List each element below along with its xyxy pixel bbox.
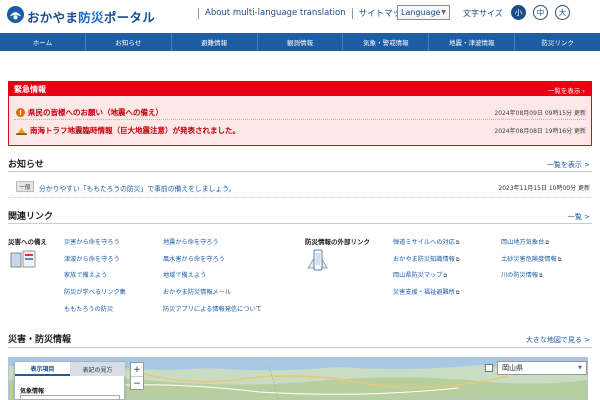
nav-earthquake-tsunami[interactable]: 地震・津波情報: [429, 33, 516, 51]
link-storm-flood[interactable]: 風水害から命を守ろう: [163, 254, 225, 263]
link-knowledge[interactable]: おかやま防災知識情報⧉: [393, 254, 459, 263]
site-title[interactable]: おかやま防災ポータル: [27, 7, 155, 26]
emergency-title: 緊急情報: [14, 85, 46, 94]
divider: [8, 197, 592, 198]
link-missile-text[interactable]: 弾道ミサイルへの対応: [393, 239, 455, 246]
external-link-icon: ⧉: [539, 273, 543, 279]
multilang-link[interactable]: About multi-language translation: [205, 8, 346, 18]
emergency-item-text[interactable]: 県民の皆様へのお願い（地震への備え）: [28, 107, 163, 118]
emergency-item[interactable]: 南海トラフ地震臨時情報（巨大地震注意）が発表されました。: [16, 125, 240, 136]
logo-icon[interactable]: [6, 5, 25, 24]
notice-tag: 一般: [16, 181, 34, 192]
external-link-icon: ⧉: [443, 273, 448, 279]
emergency-box: 緊急情報 一覧を表示 › ! 県民の皆様へのお願い（地震への備え） 2024年0…: [8, 81, 592, 146]
header-links: About multi-language translation サイトマップ: [192, 7, 423, 19]
divider: [8, 223, 592, 224]
nav-evacuation[interactable]: 避難情報: [172, 33, 258, 51]
preparedness-label: 災害への備え: [8, 238, 47, 246]
external-link-icon: ⧉: [455, 290, 460, 296]
font-medium-button[interactable]: 中: [533, 5, 548, 20]
zoom-in-button[interactable]: +: [131, 363, 143, 377]
external-link-icon: ⧉: [545, 240, 549, 246]
nav-weather-warnings[interactable]: 気象・警戒情報: [343, 33, 430, 51]
notice-text[interactable]: 分かりやすい「ももたろうの防災」で事前の備えをしましょう。: [39, 183, 235, 193]
link-tsunami[interactable]: 津波から命を守ろう: [64, 254, 120, 263]
emergency-header: 緊急情報 一覧を表示 ›: [9, 82, 591, 96]
weather-info-label: 気象情報: [20, 388, 45, 395]
nav-notices[interactable]: お知らせ: [86, 33, 172, 51]
related-links-title: 関連リンク: [8, 212, 54, 222]
language-select-value: Language: [401, 8, 441, 17]
external-link-icon: ⧉: [455, 240, 460, 246]
link-welfare-text[interactable]: 災害支援・福祉避難所: [393, 289, 455, 296]
brand-highlight: 防災: [78, 10, 104, 25]
link-learning[interactable]: 防災が学べるリンク集: [64, 287, 126, 296]
prefecture-select[interactable]: 岡山県 ▼: [497, 361, 587, 375]
link-landslide-text[interactable]: 土砂災害危険度情報: [501, 256, 557, 263]
nav-observation[interactable]: 観測情報: [258, 33, 344, 51]
language-select[interactable]: Language ▼: [397, 5, 450, 20]
map-zoom-control: + −: [130, 362, 144, 390]
divider: [198, 7, 199, 19]
weather-info-select[interactable]: [20, 395, 120, 400]
link-welfare[interactable]: 災害支援・福祉避難所⧉: [393, 287, 459, 296]
chevron-down-icon: ▼: [578, 365, 582, 371]
emergency-item[interactable]: ! 県民の皆様へのお願い（地震への備え）: [16, 107, 163, 118]
brand-suffix: ポータル: [103, 10, 156, 25]
large-map-link[interactable]: 大きな地図で見る >: [526, 335, 590, 345]
divider: [351, 7, 353, 19]
link-landslide[interactable]: 土砂災害危険度情報⧉: [501, 254, 561, 263]
divider: [14, 119, 586, 120]
prefecture-checkbox[interactable]: [485, 364, 493, 372]
preparedness-image: [10, 250, 36, 268]
emergency-more-link[interactable]: 一覧を表示 ›: [548, 85, 585, 95]
earthquake-icon: [16, 127, 27, 135]
link-earthquake[interactable]: 地震から命を守ろう: [163, 237, 219, 246]
phone-image: [307, 249, 328, 271]
link-river[interactable]: 川の防災情報⧉: [501, 270, 543, 279]
link-met-office-text[interactable]: 岡山地方気象台: [501, 239, 544, 246]
disaster-info-title: 災害・防災情報: [8, 335, 72, 345]
related-links-more[interactable]: 一覧 >: [568, 212, 590, 222]
emergency-item-date: 2024年08月08日 19時16分 更新: [494, 128, 586, 135]
emergency-item-date: 2024年08月09日 09時15分 更新: [494, 110, 586, 117]
link-email[interactable]: おかやま防災情報メール: [163, 287, 231, 296]
font-size-label: 文字サイズ: [463, 9, 503, 18]
zoom-out-button[interactable]: −: [131, 377, 143, 391]
brand-prefix: おかやま: [27, 10, 79, 25]
font-small-button[interactable]: 小: [511, 5, 526, 20]
link-family[interactable]: 家族で備えよう: [64, 270, 107, 279]
external-link-icon: ⧉: [455, 257, 460, 263]
divider: [8, 171, 592, 172]
notices-more-link[interactable]: 一覧を表示 >: [547, 160, 590, 170]
nav-disaster-links[interactable]: 防災リンク: [515, 33, 600, 51]
divider: [8, 347, 592, 348]
link-met-office[interactable]: 岡山地方気象台⧉: [501, 237, 549, 246]
link-momotaro[interactable]: ももたろうの防災: [64, 304, 113, 313]
notice-date: 2023年11月15日 10時00分 更新: [498, 185, 590, 192]
external-link-icon: ⧉: [557, 257, 562, 263]
warning-icon: !: [16, 108, 25, 117]
tab-legend[interactable]: 表記の見方: [70, 362, 125, 376]
link-map-text[interactable]: 岡山県防災マップ: [393, 272, 443, 279]
link-river-text[interactable]: 川の防災情報: [501, 272, 538, 279]
site-header: おかやま防災ポータル About multi-language translat…: [0, 0, 600, 30]
prefecture-select-value: 岡山県: [502, 364, 523, 372]
emergency-item-text[interactable]: 南海トラフ地震臨時情報（巨大地震注意）が発表されました。: [30, 125, 240, 136]
link-knowledge-text[interactable]: おかやま防災知識情報: [393, 256, 455, 263]
link-map[interactable]: 岡山県防災マップ⧉: [393, 270, 447, 279]
link-missile[interactable]: 弾道ミサイルへの対応⧉: [393, 237, 459, 246]
font-large-button[interactable]: 大: [555, 5, 570, 20]
link-app[interactable]: 防災アプリによる情報発信について: [163, 304, 262, 313]
nav-home[interactable]: ホーム: [0, 33, 86, 51]
main-nav: ホーム お知らせ 避難情報 観測情報 気象・警戒情報 地震・津波情報 防災リンク: [0, 33, 600, 51]
external-links-label: 防災情報の外部リンク: [305, 238, 370, 246]
tab-display-items[interactable]: 表示項目: [15, 362, 70, 376]
link-community[interactable]: 地域で備えよう: [163, 270, 206, 279]
link-protect-from-disaster[interactable]: 災害から命を守ろう: [64, 237, 120, 246]
map-layer-panel: 表示項目 表記の見方 気象情報: [14, 361, 125, 400]
notices-title: お知らせ: [8, 160, 44, 170]
chevron-down-icon: ▼: [441, 9, 446, 16]
